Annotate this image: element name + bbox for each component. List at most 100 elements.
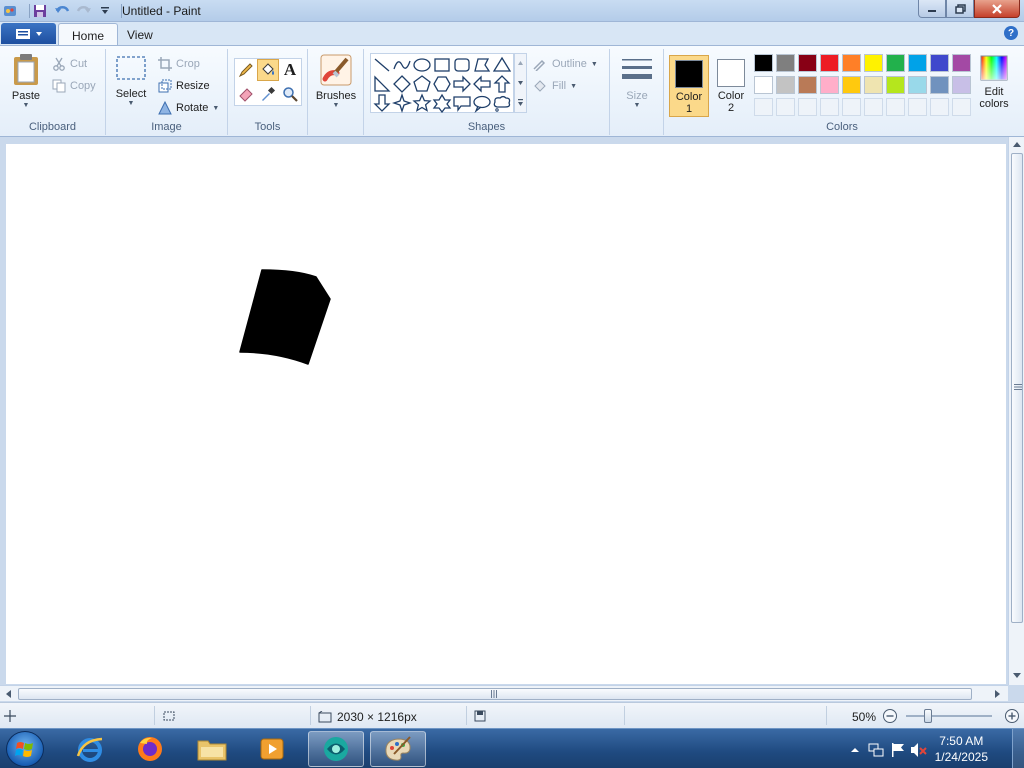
taskbar-firefox[interactable] — [122, 731, 178, 767]
drawing-canvas[interactable] — [6, 144, 1006, 684]
palette-color-swatch[interactable] — [776, 76, 795, 94]
paint-app-icon[interactable] — [2, 3, 18, 19]
palette-color-swatch[interactable] — [952, 54, 971, 72]
color1-button[interactable]: Color 1 — [669, 55, 709, 117]
palette-color-swatch[interactable] — [842, 54, 861, 72]
palette-color-swatch[interactable] — [930, 54, 949, 72]
rounded-rectangle-shape-icon[interactable] — [452, 55, 472, 75]
polygon-shape-icon[interactable] — [472, 55, 492, 75]
pencil-tool[interactable] — [235, 59, 257, 81]
palette-color-swatch[interactable] — [754, 54, 773, 72]
palette-color-swatch[interactable] — [886, 76, 905, 94]
fill-tool[interactable] — [257, 59, 279, 81]
scroll-left-icon[interactable] — [2, 687, 16, 701]
zoom-out-icon[interactable] — [882, 708, 898, 724]
left-arrow-shape-icon[interactable] — [472, 74, 492, 94]
vertical-scrollbar[interactable] — [1008, 137, 1024, 685]
palette-color-swatch[interactable] — [754, 76, 773, 94]
palette-custom-slot[interactable] — [776, 98, 795, 116]
select-button[interactable]: Select ▼ — [112, 53, 150, 107]
redo-icon[interactable] — [76, 3, 92, 19]
taskbar-file-explorer[interactable] — [184, 731, 240, 767]
taskbar-paint[interactable] — [370, 731, 426, 767]
pentagon-shape-icon[interactable] — [412, 74, 432, 94]
taskbar-media-player[interactable] — [244, 731, 300, 767]
palette-custom-slot[interactable] — [930, 98, 949, 116]
right-triangle-shape-icon[interactable] — [372, 74, 392, 94]
diamond-shape-icon[interactable] — [392, 74, 412, 94]
start-button[interactable] — [6, 731, 44, 767]
network-icon[interactable] — [868, 742, 884, 758]
scroll-right-icon[interactable] — [990, 687, 1004, 701]
palette-custom-slot[interactable] — [886, 98, 905, 116]
palette-color-swatch[interactable] — [820, 54, 839, 72]
paste-button[interactable]: Paste ▼ — [8, 53, 44, 109]
eraser-tool[interactable] — [235, 83, 257, 105]
zoom-slider[interactable] — [906, 709, 992, 723]
taskbar-app-active[interactable] — [308, 731, 364, 767]
right-arrow-shape-icon[interactable] — [452, 74, 472, 94]
palette-color-swatch[interactable] — [864, 76, 883, 94]
palette-color-swatch[interactable] — [952, 76, 971, 94]
action-center-flag-icon[interactable] — [890, 742, 906, 758]
palette-custom-slot[interactable] — [952, 98, 971, 116]
show-desktop-button[interactable] — [1012, 729, 1024, 768]
crop-button[interactable]: Crop — [158, 55, 200, 73]
down-arrow-shape-icon[interactable] — [372, 93, 392, 113]
vertical-scroll-thumb[interactable] — [1011, 153, 1023, 623]
gallery-expand-icon[interactable] — [515, 94, 526, 112]
color-picker-tool[interactable] — [257, 83, 279, 105]
tab-home[interactable]: Home — [58, 23, 119, 45]
brushes-button[interactable]: Brushes ▼ — [314, 53, 358, 109]
scroll-down-icon[interactable] — [515, 74, 526, 92]
cloud-callout-shape-icon[interactable] — [492, 93, 512, 113]
customize-quick-access-icon[interactable] — [97, 3, 113, 19]
palette-color-swatch[interactable] — [930, 76, 949, 94]
tab-view[interactable]: View — [114, 23, 166, 45]
minimize-button[interactable] — [918, 0, 946, 18]
palette-custom-slot[interactable] — [842, 98, 861, 116]
palette-color-swatch[interactable] — [886, 54, 905, 72]
scroll-up-icon[interactable] — [1009, 137, 1024, 151]
palette-custom-slot[interactable] — [864, 98, 883, 116]
four-point-star-shape-icon[interactable] — [392, 93, 412, 113]
resize-button[interactable]: Resize — [158, 77, 210, 95]
cut-button[interactable]: Cut — [52, 55, 87, 73]
hexagon-shape-icon[interactable] — [432, 74, 452, 94]
scroll-up-icon[interactable] — [515, 54, 526, 72]
rectangle-shape-icon[interactable] — [432, 55, 452, 75]
size-button[interactable]: Size ▼ — [618, 53, 656, 109]
horizontal-scrollbar[interactable] — [0, 685, 1008, 701]
line-shape-icon[interactable] — [372, 55, 392, 75]
paint-menu-button[interactable] — [1, 23, 56, 44]
restore-button[interactable] — [946, 0, 974, 18]
color2-button[interactable]: Color 2 — [711, 55, 751, 117]
outline-button[interactable]: Outline ▼ — [532, 55, 598, 73]
save-icon[interactable] — [32, 3, 48, 19]
clock[interactable]: 7:50 AM 1/24/2025 — [935, 733, 988, 765]
palette-color-swatch[interactable] — [908, 76, 927, 94]
up-arrow-shape-icon[interactable] — [492, 74, 512, 94]
oval-callout-shape-icon[interactable] — [472, 93, 492, 113]
palette-color-swatch[interactable] — [864, 54, 883, 72]
show-hidden-icons-icon[interactable] — [850, 745, 860, 755]
volume-muted-icon[interactable] — [910, 742, 928, 758]
rectangular-callout-shape-icon[interactable] — [452, 93, 472, 113]
fill-button[interactable]: Fill ▼ — [532, 77, 577, 95]
zoom-slider-thumb[interactable] — [924, 709, 932, 723]
palette-color-swatch[interactable] — [776, 54, 795, 72]
palette-color-swatch[interactable] — [798, 54, 817, 72]
palette-custom-slot[interactable] — [798, 98, 817, 116]
text-tool[interactable]: A — [279, 59, 301, 81]
palette-custom-slot[interactable] — [820, 98, 839, 116]
help-icon[interactable]: ? — [1004, 26, 1018, 40]
triangle-shape-icon[interactable] — [492, 55, 512, 75]
six-point-star-shape-icon[interactable] — [432, 93, 452, 113]
palette-color-swatch[interactable] — [820, 76, 839, 94]
oval-shape-icon[interactable] — [412, 55, 432, 75]
close-button[interactable] — [974, 0, 1020, 18]
magnifier-tool[interactable] — [279, 83, 301, 105]
rotate-button[interactable]: Rotate ▼ — [158, 99, 219, 117]
palette-custom-slot[interactable] — [908, 98, 927, 116]
scroll-down-icon[interactable] — [1009, 669, 1024, 683]
